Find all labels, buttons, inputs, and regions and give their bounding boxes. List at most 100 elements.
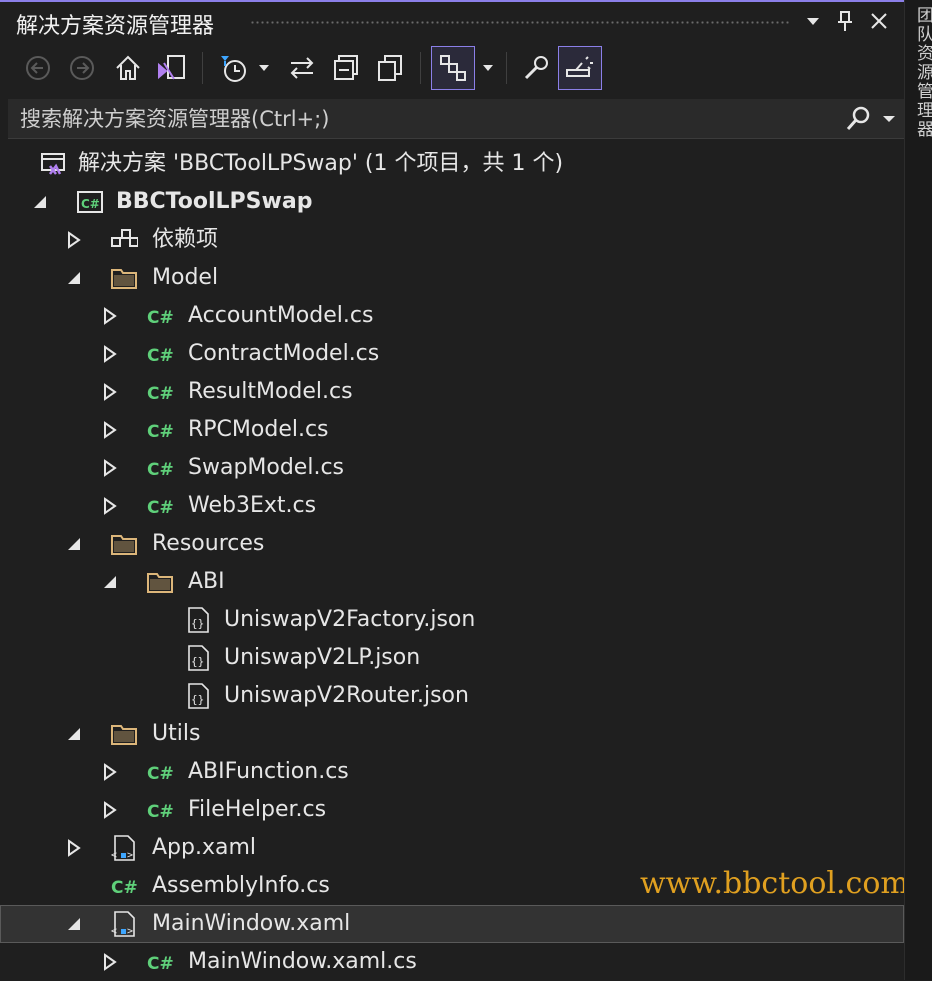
wrench-icon: [524, 56, 548, 80]
svg-text:C#: C#: [81, 197, 100, 211]
sync-with-active-document-button[interactable]: [282, 48, 322, 88]
expanded-triangle-icon[interactable]: [64, 534, 84, 554]
folder-icon: [111, 535, 137, 555]
tree-item-file[interactable]: C# ABIFunction.cs: [0, 753, 904, 791]
expanded-triangle-icon[interactable]: [64, 268, 84, 288]
expanded-triangle-icon[interactable]: [64, 724, 84, 744]
collapsed-triangle-icon[interactable]: [100, 458, 120, 478]
toolbar-separator: [202, 52, 203, 84]
drag-grip[interactable]: [250, 20, 790, 26]
hierarchy-icon: [440, 55, 466, 81]
tree-item-json-file[interactable]: {} UniswapV2LP.json: [0, 639, 904, 677]
expanded-triangle-icon[interactable]: [64, 914, 84, 934]
switch-views-button[interactable]: [152, 48, 192, 88]
toolbar-separator: [420, 52, 421, 84]
tree-item-solution[interactable]: 解决方案 'BBCToolLPSwap' (1 个项目，共 1 个): [0, 145, 904, 183]
tree-item-project[interactable]: C# BBCToolLPSwap: [0, 183, 904, 221]
title-bar: 解决方案资源管理器: [0, 2, 904, 40]
show-all-files-button[interactable]: [370, 48, 410, 88]
expanded-triangle-icon[interactable]: [100, 572, 120, 592]
tree-item-json-file[interactable]: {} UniswapV2Factory.json: [0, 601, 904, 639]
forward-button[interactable]: [62, 48, 102, 88]
json-file-icon: {}: [188, 645, 209, 671]
svg-text:C#: C#: [147, 764, 174, 784]
tree-item-file[interactable]: C# ContractModel.cs: [0, 335, 904, 373]
collapsed-triangle-icon[interactable]: [100, 496, 120, 516]
tree-item-dependencies[interactable]: 依赖项: [0, 221, 904, 259]
search-icon[interactable]: [844, 105, 872, 133]
file-label: AccountModel.cs: [188, 303, 374, 328]
pin-icon: [838, 11, 852, 31]
csharp-file-icon: C#: [147, 802, 174, 822]
preview-selected-items-button[interactable]: [558, 46, 602, 90]
collapse-all-button[interactable]: [326, 48, 366, 88]
tree-item-folder-utils[interactable]: Utils: [0, 715, 904, 753]
pending-changes-dropdown[interactable]: [252, 48, 276, 88]
collapsed-triangle-icon[interactable]: [100, 306, 120, 326]
collapsed-triangle-icon[interactable]: [64, 230, 84, 250]
back-button[interactable]: [18, 48, 58, 88]
watermark-text: www.bbctool.com: [640, 866, 909, 901]
tree-item-file[interactable]: C# ResultModel.cs: [0, 373, 904, 411]
tree-item-folder-abi[interactable]: ABI: [0, 563, 904, 601]
tree-item-file[interactable]: C# AccountModel.cs: [0, 297, 904, 335]
tree-item-xaml-file[interactable]: < > App.xaml: [0, 829, 904, 867]
pending-changes-filter-button[interactable]: [212, 48, 252, 88]
close-icon: [871, 13, 887, 29]
search-box[interactable]: [8, 99, 904, 139]
pin-button[interactable]: [832, 8, 858, 34]
dependencies-label: 依赖项: [152, 227, 219, 252]
svg-text:C#: C#: [147, 308, 174, 328]
tree-item-json-file[interactable]: {} UniswapV2Router.json: [0, 677, 904, 715]
close-button[interactable]: [866, 8, 892, 34]
tree-item-file[interactable]: C# SwapModel.cs: [0, 449, 904, 487]
collapsed-triangle-icon[interactable]: [100, 382, 120, 402]
collapsed-triangle-icon[interactable]: [100, 420, 120, 440]
xaml-file-icon: < >: [111, 911, 135, 937]
tree-item-file[interactable]: C# Web3Ext.cs: [0, 487, 904, 525]
file-label: Web3Ext.cs: [188, 493, 317, 518]
csharp-file-icon: C#: [147, 308, 174, 328]
properties-button[interactable]: [516, 48, 556, 88]
search-options-chevron-down-icon[interactable]: [878, 107, 900, 129]
svg-text:C#: C#: [111, 878, 138, 898]
tree-item-file[interactable]: C# MainWindow.xaml.cs: [0, 943, 904, 981]
solution-explorer-panel: 解决方案资源管理器 搜索解决方案资源管理器(Ctrl+;) 解决方案 'BBCT…: [0, 0, 909, 981]
tree-item-xaml-file-selected[interactable]: < > MainWindow.xaml: [0, 905, 904, 943]
sync-arrows-icon: [290, 57, 314, 79]
svg-text:{}: {}: [191, 617, 204, 630]
collapsed-triangle-icon[interactable]: [100, 762, 120, 782]
csharp-file-icon: C#: [147, 460, 174, 480]
csharp-file-icon: C#: [147, 346, 174, 366]
side-tab-team-explorer[interactable]: 团队资源管理器: [911, 6, 932, 139]
home-button[interactable]: [108, 48, 148, 88]
csharp-file-icon: C#: [147, 384, 174, 404]
collapsed-triangle-icon[interactable]: [100, 344, 120, 364]
file-label: ABIFunction.cs: [188, 759, 349, 784]
class-view-dropdown[interactable]: [476, 48, 500, 88]
svg-text:{}: {}: [191, 655, 204, 668]
svg-text:C#: C#: [147, 384, 174, 404]
file-label: UniswapV2Factory.json: [224, 607, 476, 632]
tree-item-folder-resources[interactable]: Resources: [0, 525, 904, 563]
tree-item-folder-model[interactable]: Model: [0, 259, 904, 297]
expanded-triangle-icon[interactable]: [30, 192, 50, 212]
vs-solution-icon: [41, 153, 65, 175]
tree-item-file[interactable]: C# FileHelper.cs: [0, 791, 904, 829]
json-file-icon: {}: [188, 683, 209, 709]
collapsed-triangle-icon[interactable]: [64, 838, 84, 858]
forward-arrow-icon: [70, 56, 94, 80]
collapsed-triangle-icon[interactable]: [100, 800, 120, 820]
file-label: FileHelper.cs: [188, 797, 327, 822]
tree-item-file[interactable]: C# RPCModel.cs: [0, 411, 904, 449]
collapsed-triangle-icon[interactable]: [100, 952, 120, 972]
svg-text:C#: C#: [147, 498, 174, 518]
csharp-file-icon: C#: [147, 422, 174, 442]
class-view-toggle-button[interactable]: [431, 46, 475, 90]
chevron-down-icon: [483, 65, 493, 71]
search-input[interactable]: [8, 99, 842, 139]
svg-text:<: <: [111, 926, 117, 937]
csharp-file-icon: C#: [111, 878, 138, 898]
home-icon: [116, 55, 140, 80]
window-dropdown-button[interactable]: [800, 8, 826, 34]
